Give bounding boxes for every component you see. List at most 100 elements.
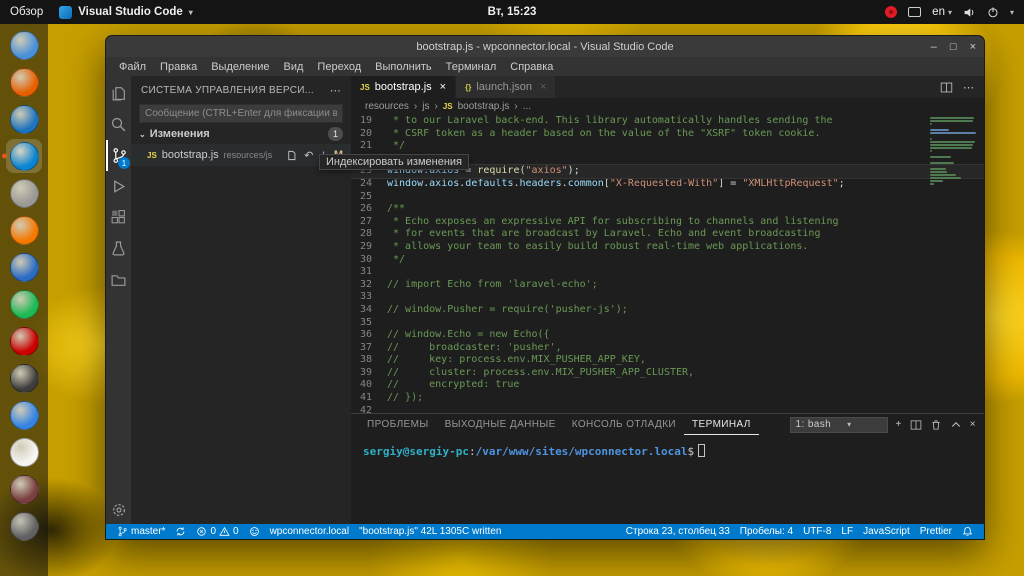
code-line-38[interactable]: 38// key: process.env.MIX_PUSHER_APP_KEY… [351, 354, 984, 367]
dock-item-app-red[interactable] [6, 324, 42, 358]
code-line-26[interactable]: 26/** [351, 203, 984, 216]
remote-folder-icon[interactable] [106, 264, 131, 295]
language-mode-indicator[interactable]: JavaScript [858, 526, 915, 537]
dock-item-app-green[interactable] [6, 287, 42, 321]
breadcrumb-item-symbol[interactable]: ... [523, 101, 531, 112]
feedback-smiley-icon[interactable] [244, 526, 265, 537]
code-line-32[interactable]: 32// import Echo from 'laravel-echo'; [351, 279, 984, 292]
maximize-panel-icon[interactable] [950, 419, 962, 431]
sync-icon[interactable] [170, 526, 191, 537]
screen-share-icon[interactable] [908, 7, 921, 17]
screen-record-icon[interactable] [885, 6, 897, 18]
problems-indicator[interactable]: 0 0 [191, 526, 243, 537]
notifications-bell-icon[interactable] [957, 526, 978, 537]
code-line-24[interactable]: 24window.axios.defaults.headers.common["… [351, 178, 984, 191]
code-line-28[interactable]: 28 * for events that are broadcast by La… [351, 228, 984, 241]
test-beaker-icon[interactable] [106, 233, 131, 264]
dock-item-firefox[interactable] [6, 65, 42, 99]
clock[interactable]: Вт, 15:23 [488, 6, 537, 18]
code-line-37[interactable]: 37// broadcaster: 'pusher', [351, 342, 984, 355]
branch-indicator[interactable]: master* [112, 526, 170, 537]
window-title-bar[interactable]: bootstrap.js - wpconnector.local - Visua… [106, 36, 984, 57]
dock-item-paint-app[interactable] [6, 398, 42, 432]
encoding-indicator[interactable]: UTF-8 [798, 526, 836, 537]
menu-selection[interactable]: Выделение [204, 61, 276, 73]
code-line-25[interactable]: 25 [351, 191, 984, 204]
terminal[interactable]: sergiy@sergiy-pc:/var/www/sites/wpconnec… [351, 435, 984, 524]
explorer-icon[interactable] [106, 78, 131, 109]
code-line-42[interactable]: 42 [351, 405, 984, 413]
chevron-down-icon[interactable]: ▾ [1010, 8, 1014, 17]
code-line-21[interactable]: 21 */ [351, 140, 984, 153]
dock-item-help[interactable] [6, 361, 42, 395]
menu-file[interactable]: Файл [112, 61, 153, 73]
cursor-position-indicator[interactable]: Строка 23, столбец 33 [621, 526, 735, 537]
tab-launch-json[interactable]: {} launch.json × [456, 76, 556, 98]
menu-terminal[interactable]: Терминал [439, 61, 504, 73]
code-line-41[interactable]: 41// }); [351, 392, 984, 405]
code-line-27[interactable]: 27 * Echo exposes an expressive API for … [351, 216, 984, 229]
close-panel-icon[interactable]: × [970, 419, 976, 430]
activities-button[interactable]: Обзор [10, 6, 43, 18]
code-line-35[interactable]: 35 [351, 317, 984, 330]
menu-go[interactable]: Переход [310, 61, 368, 73]
code-line-33[interactable]: 33 [351, 291, 984, 304]
dock-item-vscode[interactable] [6, 139, 42, 173]
tab-bootstrap-js[interactable]: JS bootstrap.js × [351, 76, 456, 98]
code-line-34[interactable]: 34// window.Pusher = require('pusher-js'… [351, 304, 984, 317]
open-file-icon[interactable] [286, 150, 297, 161]
dock-item-egg-app[interactable] [6, 435, 42, 469]
new-terminal-icon[interactable]: + [896, 419, 902, 430]
panel-tab-output[interactable]: ВЫХОДНЫЕ ДАННЫЕ [437, 414, 564, 435]
code-line-36[interactable]: 36// window.Echo = new Echo({ [351, 329, 984, 342]
extensions-icon[interactable] [106, 202, 131, 233]
app-menu[interactable]: Visual Studio Code ▾ [59, 6, 193, 19]
code-line-20[interactable]: 20 * CSRF token as a header based on the… [351, 128, 984, 141]
split-terminal-icon[interactable] [910, 419, 922, 431]
minimize-button[interactable]: – [931, 41, 937, 53]
panel-tab-debug-console[interactable]: КОНСОЛЬ ОТЛАДКИ [564, 414, 684, 435]
close-tab-icon[interactable]: × [440, 81, 446, 93]
menu-help[interactable]: Справка [503, 61, 560, 73]
volume-icon[interactable] [963, 6, 976, 19]
code-line-31[interactable]: 31 [351, 266, 984, 279]
search-icon[interactable] [106, 109, 131, 140]
panel-tab-problems[interactable]: ПРОБЛЕМЫ [359, 414, 437, 435]
terminal-shell-select[interactable]: 1: bash ▾ [790, 417, 888, 433]
commit-message-input[interactable] [139, 104, 343, 123]
changed-file-row[interactable]: JS bootstrap.js resources/js ↶ + M [131, 144, 351, 166]
breadcrumb-item-resources[interactable]: resources [365, 101, 409, 112]
indentation-indicator[interactable]: Пробелы: 4 [735, 526, 798, 537]
code-line-30[interactable]: 30 */ [351, 254, 984, 267]
maximize-button[interactable]: □ [950, 41, 957, 53]
menu-edit[interactable]: Правка [153, 61, 204, 73]
more-actions-icon[interactable]: ⋯ [963, 81, 974, 94]
run-debug-icon[interactable] [106, 171, 131, 202]
code-line-19[interactable]: 19 * to our Laravel back-end. This libra… [351, 115, 984, 128]
code-line-40[interactable]: 40// encrypted: true [351, 379, 984, 392]
dock-item-shotwell[interactable] [6, 213, 42, 247]
breadcrumb-item-file[interactable]: bootstrap.js [458, 101, 510, 112]
dock-item-radio-app[interactable] [6, 472, 42, 506]
remote-project-indicator[interactable]: wpconnector.local [265, 526, 355, 537]
breadcrumb-item-js[interactable]: js [422, 101, 429, 112]
source-control-icon[interactable]: 1 [106, 140, 131, 171]
manage-gear-icon[interactable] [106, 502, 131, 518]
code-line-39[interactable]: 39// cluster: process.env.MIX_PUSHER_APP… [351, 367, 984, 380]
dock-item-files[interactable] [6, 509, 42, 543]
close-button[interactable]: × [970, 41, 976, 53]
eol-indicator[interactable]: LF [836, 526, 858, 537]
keyboard-layout-indicator[interactable]: en ▾ [932, 6, 952, 18]
power-icon[interactable] [987, 6, 999, 18]
dock-item-browser-blue[interactable] [6, 28, 42, 62]
split-editor-icon[interactable] [940, 81, 953, 94]
close-tab-icon[interactable]: × [540, 81, 546, 93]
minimap[interactable] [930, 117, 980, 189]
code-line-29[interactable]: 29 * allows your team to easily build ro… [351, 241, 984, 254]
menu-run[interactable]: Выполнить [368, 61, 438, 73]
kill-terminal-icon[interactable] [930, 419, 942, 431]
more-actions-icon[interactable]: ⋯ [330, 84, 341, 97]
discard-changes-icon[interactable]: ↶ [304, 149, 313, 162]
changes-section-header[interactable]: ⌄ Изменения 1 [131, 123, 351, 144]
formatter-indicator[interactable]: Prettier [915, 526, 957, 537]
